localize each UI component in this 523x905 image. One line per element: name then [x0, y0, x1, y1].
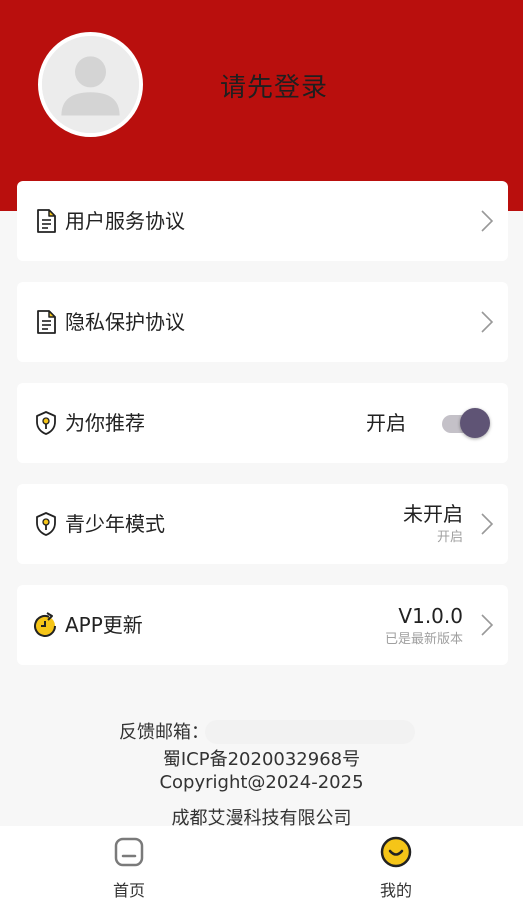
- teen-mode-action: 开启: [436, 530, 463, 545]
- document-icon: [33, 309, 59, 335]
- teen-mode-status: 未开启: [403, 502, 463, 526]
- bottom-tab-bar: 首页 我的: [0, 826, 523, 905]
- tab-mine-label: 我的: [379, 881, 412, 900]
- avatar[interactable]: [38, 32, 143, 137]
- login-prompt[interactable]: 请先登录: [220, 67, 328, 104]
- app-update-label: APP更新: [65, 613, 143, 637]
- chevron-right-icon: [480, 613, 494, 637]
- tab-home[interactable]: 首页: [79, 826, 179, 905]
- shield-icon: [33, 511, 59, 537]
- shield-icon: [33, 410, 59, 436]
- teen-mode-item[interactable]: 青少年模式 未开启 开启: [17, 484, 508, 564]
- chevron-right-icon: [480, 310, 494, 334]
- icp-text: 蜀ICP备2020032968号: [162, 749, 361, 770]
- feedback-email-label: 反馈邮箱：: [119, 722, 209, 743]
- chevron-right-icon: [480, 512, 494, 536]
- user-placeholder-icon: [42, 36, 139, 133]
- feedback-email-redacted: [205, 720, 415, 744]
- privacy-policy-item[interactable]: 隐私保护协议: [17, 282, 508, 362]
- teen-mode-label: 青少年模式: [65, 512, 165, 536]
- tab-home-label: 首页: [112, 881, 145, 900]
- chevron-right-icon: [480, 209, 494, 233]
- toggle-knob: [460, 408, 490, 438]
- app-version: V1.0.0: [398, 604, 463, 628]
- copyright-text: Copyright@2024-2025: [159, 772, 364, 793]
- app-update-item[interactable]: APP更新 V1.0.0 已是最新版本: [17, 585, 508, 665]
- recommend-toggle[interactable]: [440, 407, 490, 439]
- privacy-policy-label: 隐私保护协议: [65, 310, 185, 334]
- tab-mine[interactable]: 我的: [346, 826, 446, 905]
- update-icon: [31, 611, 59, 639]
- recommend-item: 为你推荐 开启: [17, 383, 508, 463]
- home-icon: [113, 836, 145, 868]
- recommend-label: 为你推荐: [65, 411, 145, 435]
- recommend-state-label: 开启: [366, 411, 406, 435]
- update-status: 已是最新版本: [384, 632, 463, 647]
- document-icon: [33, 208, 59, 234]
- smile-icon: [380, 836, 412, 868]
- user-agreement-item[interactable]: 用户服务协议: [17, 181, 508, 261]
- user-agreement-label: 用户服务协议: [65, 209, 185, 233]
